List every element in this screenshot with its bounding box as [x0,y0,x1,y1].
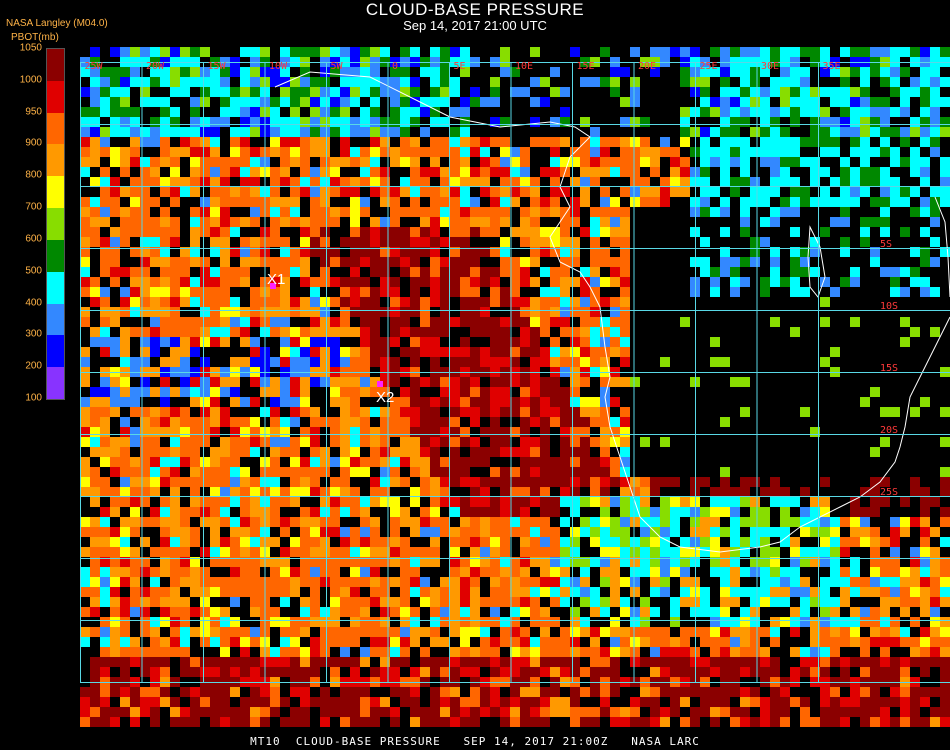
legend-swatch [47,144,64,177]
lon-label: 0 [392,61,398,72]
legend-tick-label: 800 [25,169,42,181]
lon-label: 15E [577,61,595,72]
org-label: NASA Langley (M04.0) [6,18,108,29]
lon-label: 20W [146,61,165,72]
lat-label: 5S [880,239,892,250]
lon-label: 10W [269,61,288,72]
units-label: PBOT(mb) [11,32,59,43]
legend-swatch [47,335,64,368]
site-label: X1 [267,271,285,288]
lon-label: 25W [85,61,104,72]
lat-label: 20S [880,425,898,436]
color-legend-bar [46,48,65,400]
legend-swatch [47,271,64,304]
legend-tick-label: 950 [25,106,42,118]
lon-label: 25E [700,61,718,72]
legend-tick-label: 200 [25,360,42,372]
lon-label: 30E [761,61,779,72]
lat-label: 25S [880,487,898,498]
legend-swatch [47,367,64,399]
legend-swatch [47,49,64,81]
legend-swatch [47,208,64,240]
page-title: CLOUD-BASE PRESSURE [365,0,585,19]
map-svg: 25W 20W 15W 10W 5W 0 5E 10E 15E 20E 25E 30E 35E 5S 10S… [80,47,950,727]
lat-label: 10S [880,301,898,312]
legend-swatch [47,239,64,272]
lon-label: 15W [208,61,227,72]
legend-tick-label: 600 [25,233,42,245]
footer-caption: MT10 CLOUD-BASE PRESSURE SEP 14, 2017 21… [250,735,700,748]
legend-swatch [47,176,64,209]
legend-tick-label: 900 [25,137,42,149]
legend-tick-label: 500 [25,265,42,277]
site-label: X2 [376,389,394,406]
cloud-field [80,47,950,727]
lon-label: 10E [515,61,533,72]
legend-swatch [47,303,64,336]
legend-tick-label: 400 [25,297,42,309]
legend-tick-label: 300 [25,328,42,340]
legend-swatch [47,112,64,145]
lon-label: 5W [331,61,344,72]
legend-swatch [47,80,64,113]
legend-tick-label: 1050 [19,42,42,54]
legend-tick-label: 700 [25,201,42,213]
site-marker[interactable] [377,381,383,387]
legend-tick-label: 100 [25,392,42,404]
legend-tick-label: 1000 [19,74,42,86]
lat-label: 15S [880,363,898,374]
page-subtitle: Sep 14, 2017 21:00 UTC [403,18,547,33]
lon-label: 20E [638,61,656,72]
lon-label: 5E [454,61,466,72]
map-panel[interactable]: 25W 20W 15W 10W 5W 0 5E 10E 15E 20E 25E 30E 35E 5S 10S… [80,47,950,727]
page: CLOUD-BASE PRESSURE Sep 14, 2017 21:00 U… [0,0,950,750]
lon-label: 35E [823,61,841,72]
